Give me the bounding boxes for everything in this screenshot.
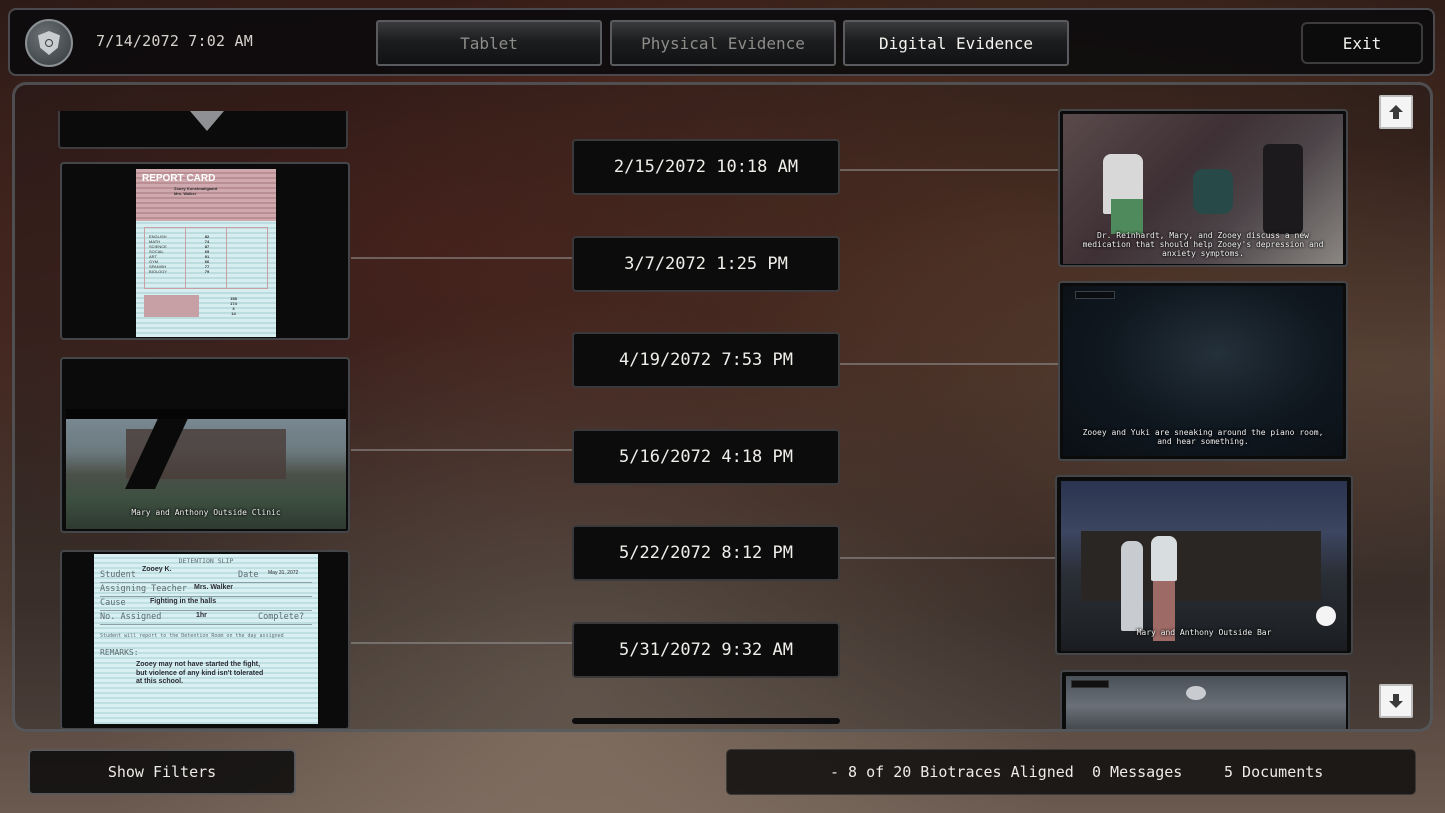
scroll-up-handle[interactable] (58, 111, 348, 149)
report-card-title: REPORT CARD (142, 173, 216, 184)
tab-physical-evidence[interactable]: Physical Evidence (610, 20, 836, 66)
subject-grade: 79 (204, 269, 210, 274)
exit-button[interactable]: Exit (1301, 22, 1423, 64)
connector-line (351, 449, 573, 451)
teacher-label: Assigning Teacher (100, 584, 187, 594)
clinic-scene-caption: Mary and Anthony Outside Clinic (131, 508, 281, 517)
timeline-date[interactable]: 4/19/2072 7:53 PM (572, 332, 840, 388)
evidence-board: REPORT CARD Zooey Kunstmatigaard Mrs. Wa… (12, 82, 1433, 732)
report-card-teacher: Mrs. Walker (174, 191, 197, 196)
evidence-piano-room-scene[interactable]: Zooey and Yuki are sneaking around the p… (1058, 281, 1348, 461)
evidence-hallway-scene[interactable] (1060, 670, 1350, 729)
grade-scale-column (227, 228, 267, 288)
timeline-date[interactable]: 5/16/2072 4:18 PM (572, 429, 840, 485)
date-value: May 31, 2072 (268, 570, 299, 576)
timeline-date[interactable]: 5/31/2072 9:32 AM (572, 622, 840, 678)
detention-notice: Student will report to the Detention Roo… (100, 633, 284, 639)
triangle-down-icon (190, 111, 224, 131)
timeline-date-partial (572, 718, 840, 724)
student-label: Student (100, 570, 136, 580)
subjects-column: ENGLISH MATH SCIENCE SOCIAL ART GYM SPANISH BIO… (145, 228, 186, 288)
detention-slip-title: DETENTION SLIP (178, 557, 234, 565)
piano-room-scene-caption: Zooey and Yuki are sneaking around the p… (1082, 428, 1324, 446)
bar-scene-caption: Mary and Anthony Outside Bar (1136, 628, 1272, 637)
remarks-label: REMARKS: (100, 648, 139, 657)
evidence-clinic-office-scene[interactable]: Dr. Reinhardt, Mary, and Zooey discuss a… (1058, 109, 1348, 267)
report-card-document: REPORT CARD Zooey Kunstmatigaard Mrs. Wa… (136, 169, 276, 337)
connector-line (840, 557, 1058, 559)
clock: 7/14/2072 7:02 AM (96, 32, 253, 50)
office-scene-image: Dr. Reinhardt, Mary, and Zooey discuss a… (1063, 114, 1343, 264)
connector-line (840, 169, 1058, 171)
messages-count: 0 Messages (1092, 763, 1183, 781)
bar-scene-image: Mary and Anthony Outside Bar (1061, 481, 1347, 651)
timeline-date[interactable]: 5/22/2072 8:12 PM (572, 525, 840, 581)
arrow-up-icon (1389, 105, 1403, 119)
clinic-scene-image: Mary and Anthony Outside Clinic (66, 409, 346, 529)
cause-label: Cause (100, 598, 126, 608)
police-badge-icon (25, 19, 73, 67)
piano-room-scene-image: Zooey and Yuki are sneaking around the p… (1063, 286, 1343, 456)
documents-count: 5 Documents (1224, 763, 1324, 781)
evidence-detention-slip[interactable]: DETENTION SLIP Student Zooey K. Date May 31… (60, 550, 350, 729)
teacher-value: Mrs. Walker (194, 584, 234, 591)
scroll-down-button[interactable] (1379, 684, 1413, 718)
arrow-down-icon (1389, 694, 1403, 708)
show-filters-button[interactable]: Show Filters (28, 749, 296, 795)
student-value: Zooey K. (142, 566, 172, 573)
office-scene-caption: Dr. Reinhardt, Mary, and Zooey discuss a… (1082, 231, 1324, 258)
date-label: Date (238, 570, 259, 580)
assigned-label: No. Assigned (100, 612, 162, 622)
complete-label: Complete? (258, 612, 305, 622)
grades-column: 82 74 87 69 91 66 77 79 (186, 228, 227, 288)
connector-line (840, 363, 1058, 365)
assigned-value: 1hr (196, 612, 207, 619)
tab-digital-evidence[interactable]: Digital Evidence (843, 20, 1069, 66)
timeline-date[interactable]: 2/15/2072 10:18 AM (572, 139, 840, 195)
timeline-date[interactable]: 3/7/2072 1:25 PM (572, 236, 840, 292)
top-bar: 7/14/2072 7:02 AM Tablet Physical Eviden… (8, 8, 1435, 76)
tab-tablet[interactable]: Tablet (376, 20, 602, 66)
cause-value: Fighting in the halls (150, 598, 217, 605)
status-bar: - 8 of 20 Biotraces Aligned 0 Messages 5… (726, 749, 1416, 795)
report-card-totals: 158 174 3 14 (144, 295, 268, 317)
hallway-scene-image (1066, 676, 1346, 729)
evidence-clinic-scene[interactable]: Mary and Anthony Outside Clinic (60, 357, 350, 533)
detention-slip-document: DETENTION SLIP Student Zooey K. Date May 31… (94, 554, 318, 724)
remarks-value: Zooey may not have started the fight, bu… (136, 661, 264, 685)
total-value: 14 (231, 311, 236, 316)
evidence-report-card[interactable]: REPORT CARD Zooey Kunstmatigaard Mrs. Wa… (60, 162, 350, 340)
evidence-bar-scene[interactable]: Mary and Anthony Outside Bar (1055, 475, 1353, 655)
connector-line (351, 257, 573, 259)
subject-name: BIOLOGY (149, 269, 168, 274)
connector-line (351, 642, 573, 644)
biotraces-status: - 8 of 20 Biotraces Aligned (830, 763, 1074, 781)
report-card-grades-table: ENGLISH MATH SCIENCE SOCIAL ART GYM SPANISH BIO… (144, 227, 268, 289)
scroll-up-button[interactable] (1379, 95, 1413, 129)
